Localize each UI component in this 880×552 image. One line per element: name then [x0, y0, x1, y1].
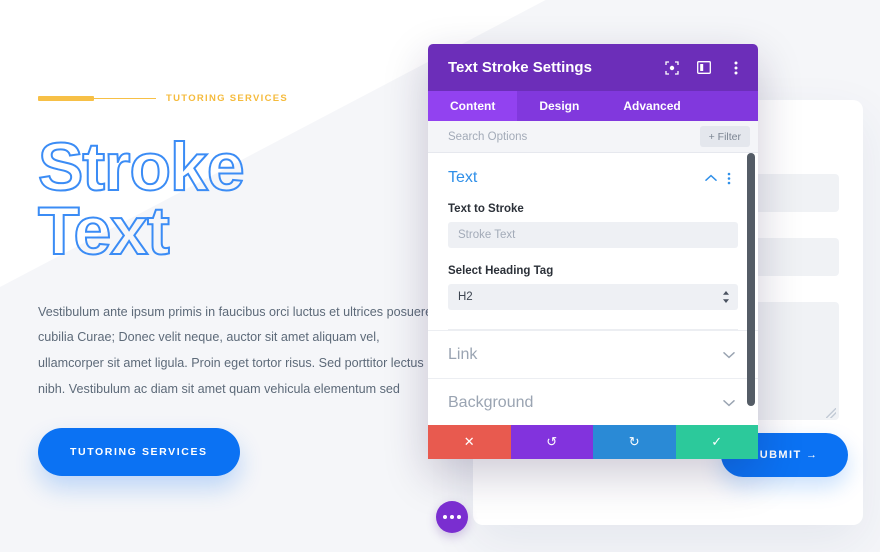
three-dots-icon: [443, 515, 447, 519]
text-stroke-settings-modal: Text Stroke Settings Content Design Adva…: [428, 44, 758, 459]
field-text-to-stroke: Text to Stroke: [448, 203, 738, 248]
eyebrow-label: TUTORING SERVICES: [166, 92, 289, 104]
section-text: Text Text to Stroke Stroke Text Select H…: [428, 153, 758, 330]
tab-design[interactable]: Design: [517, 91, 601, 121]
chevron-down-icon[interactable]: [720, 399, 738, 407]
field-label-heading-tag: Select Heading Tag: [448, 265, 554, 277]
modal-header: Text Stroke Settings: [428, 44, 758, 91]
kebab-menu-icon[interactable]: [728, 60, 744, 76]
redo-button[interactable]: ↻: [593, 425, 676, 459]
modal-header-icons: [664, 60, 744, 76]
save-button[interactable]: ✓: [675, 425, 758, 459]
section-kebab-menu-icon[interactable]: [720, 172, 738, 185]
undo-button[interactable]: ↺: [510, 425, 593, 459]
search-bar: + Filter: [428, 121, 758, 153]
modal-title: Text Stroke Settings: [448, 59, 592, 76]
page-title-line-2: Text: [37, 192, 171, 269]
section-background-title: Background: [448, 393, 534, 411]
three-dots-icon: [450, 515, 454, 519]
resize-handle-icon[interactable]: [826, 408, 836, 418]
tutoring-services-button[interactable]: TUTORING SERVICES: [38, 428, 240, 477]
page-title: Stroke Text: [37, 132, 458, 269]
eyebrow-line-icon: [94, 97, 156, 99]
field-label-text-to-stroke: Text to Stroke: [448, 203, 524, 215]
tab-advanced[interactable]: Advanced: [601, 91, 702, 121]
split-layout-icon[interactable]: [696, 60, 712, 76]
section-background-header[interactable]: Background: [448, 379, 738, 426]
search-input[interactable]: [448, 130, 700, 143]
focus-target-icon[interactable]: [664, 60, 680, 76]
field-spacer: [448, 248, 738, 265]
section-link: Link: [428, 330, 758, 378]
heading-tag-select-wrap: H2: [448, 284, 738, 310]
chevron-up-icon[interactable]: [702, 174, 720, 182]
modal-tabs: Content Design Advanced: [428, 91, 758, 121]
section-link-title: Link: [448, 345, 478, 363]
modal-footer: ✕ ↺ ↻ ✓: [428, 425, 758, 459]
field-select-heading-tag: Select Heading Tag H2: [448, 265, 738, 310]
more-options-fab[interactable]: [436, 501, 468, 533]
text-to-stroke-input[interactable]: [448, 222, 738, 248]
eyebrow-bar-icon: [38, 95, 94, 101]
hero-paragraph: Vestibulum ante ipsum primis in faucibus…: [38, 304, 433, 396]
three-dots-icon: [457, 515, 461, 519]
section-text-title: Text: [448, 169, 478, 186]
chevron-down-icon[interactable]: [720, 351, 738, 359]
section-text-header[interactable]: Text: [448, 153, 738, 203]
modal-body: Text Text to Stroke Stroke Text Select H…: [428, 153, 758, 425]
section-link-header[interactable]: Link: [448, 331, 738, 378]
section-background: Background: [428, 378, 758, 426]
filter-button[interactable]: + Filter: [699, 126, 750, 147]
cancel-button[interactable]: ✕: [428, 425, 511, 459]
heading-tag-select[interactable]: H2: [448, 284, 738, 310]
page-root: TUTORING SERVICES Stroke Text Vestibulum …: [0, 0, 880, 552]
tab-content[interactable]: Content: [428, 91, 518, 121]
hero-section: TUTORING SERVICES Stroke Text Vestibulum …: [37, 88, 458, 477]
modal-scrollbar[interactable]: [747, 153, 755, 406]
eyebrow: TUTORING SERVICES: [38, 88, 458, 108]
